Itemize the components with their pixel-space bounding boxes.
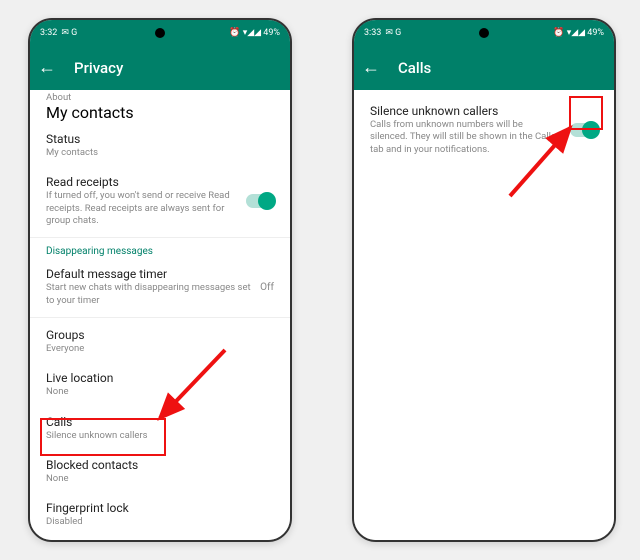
setting-subtitle: Calls from unknown numbers will be silen… xyxy=(370,119,562,156)
page-title: Privacy xyxy=(74,59,123,77)
setting-label: Fingerprint lock xyxy=(46,501,274,515)
status-time: 3:33 xyxy=(364,28,381,38)
setting-subtitle: Everyone xyxy=(46,343,274,355)
setting-subtitle: None xyxy=(46,473,274,485)
setting-subtitle: My contacts xyxy=(46,103,274,122)
side-button xyxy=(291,160,292,210)
setting-subtitle: Start new chats with disappearing messag… xyxy=(46,282,252,307)
setting-subtitle: Silence unknown callers xyxy=(46,430,274,442)
side-button xyxy=(615,240,616,270)
back-arrow-icon[interactable]: ← xyxy=(362,59,380,77)
divider xyxy=(30,237,290,238)
cut-label: About xyxy=(46,92,274,103)
status-icons-right: ⏰ ▾◢◢ 49% xyxy=(553,28,604,38)
status-icons-right: ⏰ ▾◢◢ 49% xyxy=(229,28,280,38)
setting-default-timer[interactable]: Default message timer Start new chats wi… xyxy=(30,259,290,315)
camera-cutout xyxy=(479,28,489,38)
camera-cutout xyxy=(155,28,165,38)
setting-live-location[interactable]: Live location None xyxy=(30,363,290,406)
divider xyxy=(30,317,290,318)
setting-label: Blocked contacts xyxy=(46,458,274,472)
status-icons-left: ✉ G xyxy=(385,28,401,38)
setting-silence-unknown-callers[interactable]: Silence unknown callers Calls from unkno… xyxy=(354,90,614,164)
setting-label: Live location xyxy=(46,371,274,385)
app-bar: ← Privacy xyxy=(30,46,290,90)
status-time: 3:32 xyxy=(40,28,57,38)
side-button xyxy=(615,120,616,150)
settings-list: Silence unknown callers Calls from unkno… xyxy=(354,90,614,540)
section-header-disappearing: Disappearing messages xyxy=(30,240,290,259)
app-bar: ← Calls xyxy=(354,46,614,90)
page-title: Calls xyxy=(398,59,431,77)
side-button xyxy=(291,120,292,150)
setting-subtitle: If turned off, you won't send or receive… xyxy=(46,190,238,227)
setting-subtitle: None xyxy=(46,386,274,398)
read-receipts-toggle[interactable] xyxy=(246,194,274,208)
setting-label: Calls xyxy=(46,415,274,429)
setting-label: Read receipts xyxy=(46,175,238,189)
setting-calls[interactable]: Calls Silence unknown callers xyxy=(30,407,290,450)
setting-read-receipts[interactable]: Read receipts If turned off, you won't s… xyxy=(30,167,290,235)
back-arrow-icon[interactable]: ← xyxy=(38,59,56,77)
setting-blocked-contacts[interactable]: Blocked contacts None xyxy=(30,450,290,493)
settings-list: About My contacts Status My contacts Rea… xyxy=(30,90,290,540)
silence-unknown-callers-toggle[interactable] xyxy=(570,123,598,137)
phone-privacy-screen: 3:32 ✉ G ⏰ ▾◢◢ 49% ← Privacy About My co… xyxy=(28,18,292,542)
setting-subtitle: My contacts xyxy=(46,147,274,159)
setting-about[interactable]: About My contacts xyxy=(30,90,290,124)
side-button xyxy=(615,160,616,210)
setting-label: Groups xyxy=(46,328,274,342)
setting-label: Silence unknown callers xyxy=(370,104,562,118)
status-icons-left: ✉ G xyxy=(61,28,77,38)
setting-value: Off xyxy=(260,282,274,293)
setting-subtitle: Disabled xyxy=(46,516,274,528)
setting-label: Status xyxy=(46,132,274,146)
setting-groups[interactable]: Groups Everyone xyxy=(30,320,290,363)
phone-calls-screen: 3:33 ✉ G ⏰ ▾◢◢ 49% ← Calls Silence unkno… xyxy=(352,18,616,542)
side-button xyxy=(291,240,292,270)
setting-fingerprint-lock[interactable]: Fingerprint lock Disabled xyxy=(30,493,290,536)
setting-status[interactable]: Status My contacts xyxy=(30,124,290,167)
setting-label: Default message timer xyxy=(46,267,252,281)
